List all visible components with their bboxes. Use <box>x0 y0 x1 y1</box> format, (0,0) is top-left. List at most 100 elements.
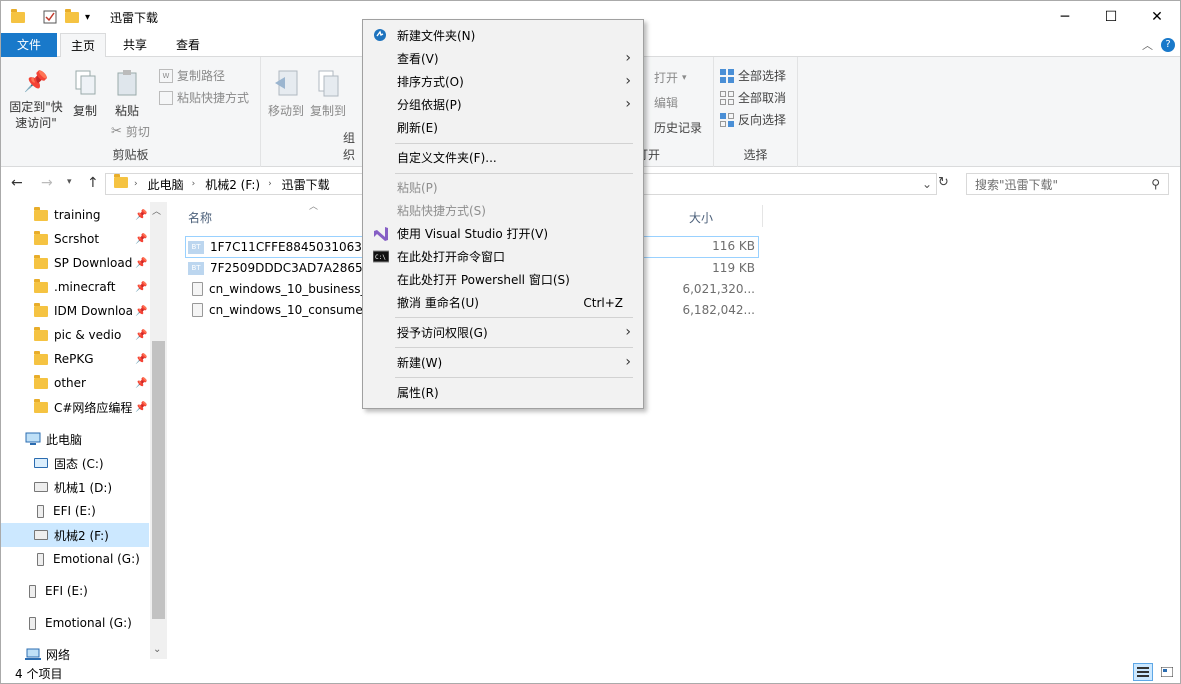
tab-file[interactable]: 文件 <box>1 33 57 57</box>
table-row[interactable]: cn_windows_10_consumer_ <box>185 299 374 321</box>
maximize-button[interactable]: ☐ <box>1088 1 1134 33</box>
menu-item-paste-shortcut[interactable]: 粘贴快捷方式(S) <box>363 199 643 222</box>
copy-path-button[interactable]: W 复制路径 <box>159 67 225 84</box>
open-button[interactable]: 打开 ▾ <box>654 69 687 86</box>
nav-item-drive-e[interactable]: EFI (E:) <box>1 499 149 523</box>
menu-item-undo-rename[interactable]: 撤消 重命名(U) Ctrl+Z <box>363 291 643 314</box>
tab-view[interactable]: 查看 <box>164 33 212 57</box>
menu-item-open-cmd[interactable]: C:\ 在此处打开命令窗口 <box>363 245 643 268</box>
nav-item-quick-2[interactable]: SP Download 📌 <box>1 251 149 275</box>
submenu-arrow-icon: › <box>625 73 631 89</box>
breadcrumb-drive[interactable]: 机械2 (F:) <box>205 176 260 193</box>
nav-item-drive-f[interactable]: 机械2 (F:) <box>1 523 149 547</box>
nav-item-drive-c[interactable]: 固态 (C:) <box>1 451 149 475</box>
cut-button[interactable]: ✂ 剪切 <box>111 123 150 140</box>
invert-selection-icon <box>720 112 734 127</box>
pin-icon: 📌 <box>135 377 148 389</box>
nav-item-quick-6[interactable]: RePKG 📌 <box>1 347 149 371</box>
nav-item-quick-0[interactable]: training 📌 <box>1 203 149 227</box>
menu-separator <box>395 317 633 318</box>
folder-icon <box>114 174 128 191</box>
menu-item-refresh[interactable]: 刷新(E) <box>363 116 643 139</box>
menu-item-new[interactable]: 新建(W) › <box>363 351 643 374</box>
column-header-size[interactable]: 大小 <box>689 209 713 226</box>
pin-icon: 📌 <box>23 69 49 93</box>
forward-icon[interactable]: → <box>41 175 53 191</box>
menu-item-new-folder[interactable]: 新建文件夹(N) <box>363 24 643 47</box>
nav-item-quick-1[interactable]: Scrshot 📌 <box>1 227 149 251</box>
paste-shortcut-button[interactable]: 粘贴快捷方式 <box>159 89 249 106</box>
file-size: 6,021,320... <box>682 282 755 296</box>
nav-item-drive-d[interactable]: 机械1 (D:) <box>1 475 149 499</box>
column-header-name[interactable]: 名称 <box>188 209 212 226</box>
visual-studio-icon <box>374 227 388 241</box>
refresh-icon[interactable]: ↻ <box>938 175 949 190</box>
copy-path-icon: W <box>159 68 173 83</box>
properties-quick-icon[interactable] <box>43 7 57 27</box>
select-none-button[interactable]: 全部取消 <box>720 89 786 106</box>
back-icon[interactable]: ← <box>11 175 23 191</box>
breadcrumb-folder[interactable]: 迅雷下载 <box>282 176 330 193</box>
nav-item-quick-4[interactable]: IDM Downloa 📌 <box>1 299 149 323</box>
search-input[interactable]: 搜索"迅雷下载" ⚲ <box>966 173 1169 195</box>
nav-item-quick-8[interactable]: C#网络应编程 📌 <box>1 395 149 419</box>
scroll-up-icon[interactable]: ︿ <box>152 204 161 217</box>
menu-item-grant-access[interactable]: 授予访问权限(G) › <box>363 321 643 344</box>
table-row[interactable]: BT 7F2509DDDC3AD7A28653C <box>185 257 379 279</box>
nav-item-extra-e[interactable]: EFI (E:) <box>1 579 149 603</box>
paste-button[interactable]: 粘贴 <box>109 69 145 119</box>
address-dropdown-icon[interactable]: ⌄ <box>922 177 932 191</box>
copy-button[interactable]: 复制 <box>69 69 101 119</box>
breadcrumb-this-pc[interactable]: 此电脑 <box>148 176 184 193</box>
nav-item-this-pc[interactable]: 此电脑 <box>1 427 149 451</box>
edit-button[interactable]: 编辑 <box>654 94 678 111</box>
tab-home[interactable]: 主页 <box>60 33 106 58</box>
minimize-button[interactable]: ─ <box>1042 1 1088 33</box>
copy-to-button[interactable]: 复制到 <box>309 69 347 119</box>
table-row[interactable]: cn_windows_10_business_e <box>185 278 374 300</box>
pin-quick-access-button[interactable]: 📌 固定到"快 速访问" <box>5 69 67 131</box>
collapse-ribbon-icon[interactable]: ︿ <box>1142 37 1153 53</box>
invert-selection-button[interactable]: 反向选择 <box>720 111 786 128</box>
command-prompt-icon: C:\ <box>373 250 389 263</box>
select-none-icon <box>720 90 734 105</box>
history-button[interactable]: 历史记录 <box>654 119 702 136</box>
menu-item-sort[interactable]: 排序方式(O) › <box>363 70 643 93</box>
close-button[interactable]: ✕ <box>1134 1 1180 33</box>
quick-access-dropdown-icon[interactable]: ▾ <box>85 7 90 27</box>
menu-item-customize[interactable]: 自定义文件夹(F)... <box>363 146 643 169</box>
column-divider[interactable] <box>762 205 763 227</box>
nav-item-quick-7[interactable]: other 📌 <box>1 371 149 395</box>
menu-item-properties[interactable]: 属性(R) <box>363 381 643 404</box>
nav-scrollbar-thumb[interactable] <box>152 341 165 619</box>
menu-item-group[interactable]: 分组依据(P) › <box>363 93 643 116</box>
menu-item-open-visual-studio[interactable]: 使用 Visual Studio 打开(V) <box>363 222 643 245</box>
nav-item-extra-g[interactable]: Emotional (G:) <box>1 611 149 635</box>
copy-to-icon <box>318 70 339 97</box>
nav-item-drive-g[interactable]: Emotional (G:) <box>1 547 149 571</box>
tab-share[interactable]: 共享 <box>111 33 159 57</box>
nav-item-quick-3[interactable]: .minecraft 📌 <box>1 275 149 299</box>
folder-icon <box>34 326 48 341</box>
menu-item-open-powershell[interactable]: 在此处打开 Powershell 窗口(S) <box>363 268 643 291</box>
paste-shortcut-icon <box>159 90 173 105</box>
item-count: 4 个项目 <box>15 666 63 681</box>
new-folder-quick-icon[interactable] <box>65 7 79 27</box>
menu-item-paste[interactable]: 粘贴(P) <box>363 176 643 199</box>
select-group: 全部选择 全部取消 反向选择 选择 <box>714 57 798 167</box>
move-to-button[interactable]: 移动到 <box>267 69 305 119</box>
details-view-button[interactable] <box>1133 663 1153 681</box>
large-icons-view-button[interactable] <box>1157 663 1177 681</box>
folder-icon <box>34 278 48 293</box>
nav-item-quick-5[interactable]: pic & vedio 📌 <box>1 323 149 347</box>
open-label: 打开 <box>636 148 661 162</box>
menu-item-view[interactable]: 查看(V) › <box>363 47 643 70</box>
folder-icon <box>34 398 48 413</box>
up-icon[interactable]: ↑ <box>87 175 99 191</box>
select-all-button[interactable]: 全部选择 <box>720 67 786 84</box>
scroll-down-icon[interactable]: ⌄ <box>153 644 161 655</box>
recent-locations-icon[interactable]: ▾ <box>67 177 72 187</box>
help-icon[interactable]: ? <box>1161 38 1175 52</box>
explorer-window: ▾ 迅雷下载 ─ ☐ ✕ 文件 主页 共享 查看 ︿ ? 📌 固定到"快 速访问… <box>0 0 1181 684</box>
submenu-arrow-icon: › <box>625 354 631 370</box>
